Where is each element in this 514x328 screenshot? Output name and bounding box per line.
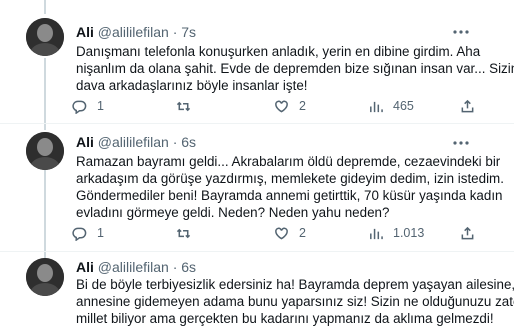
- share-icon: [461, 99, 474, 112]
- tweet-text-line: Danışmanı telefonla konuşurken anladık, …: [76, 44, 481, 59]
- retweet-button[interactable]: [176, 96, 191, 116]
- retweet-icon: [176, 101, 191, 111]
- tweet-text-line: dava arkadaşlarınız böyle insanlar işte!: [76, 78, 308, 93]
- views-chart-icon: [370, 228, 383, 239]
- reply-icon: [72, 227, 87, 241]
- reply-icon: [72, 100, 87, 114]
- share-button[interactable]: [460, 96, 475, 116]
- reply-button[interactable]: 1: [72, 96, 104, 116]
- view-count: 1.013: [393, 226, 425, 240]
- user-handle[interactable]: @alililefilan: [98, 134, 169, 150]
- reply-button[interactable]: 1: [72, 223, 104, 243]
- avatar[interactable]: [26, 18, 64, 56]
- timestamp[interactable]: 6s: [181, 259, 196, 275]
- tweet-text-line: arkadaşım da görüşe yazdırmış, memlekete…: [76, 171, 504, 186]
- tweet-actions: 1 2 1.013: [72, 223, 476, 243]
- avatar-image: [26, 18, 64, 56]
- avatar-image: [26, 258, 64, 296]
- like-count: 2: [299, 226, 306, 240]
- retweet-icon: [176, 228, 191, 238]
- share-icon: [461, 226, 474, 239]
- retweet-button[interactable]: [176, 223, 191, 243]
- heart-icon: [275, 100, 288, 113]
- separator-dot: ·: [172, 134, 178, 150]
- tweet-text-line: nişanlım da olana şahit. Evde de depremd…: [76, 61, 514, 76]
- tweet-1[interactable]: Ali @alililefilan · 7s Danışmanı telefon…: [0, 0, 514, 124]
- tweet-text-line: Bi de böyle terbiyesizlik edersiniz ha! …: [76, 277, 514, 292]
- display-name[interactable]: Ali: [76, 259, 94, 275]
- user-handle[interactable]: @alililefilan: [98, 24, 169, 40]
- tweet-actions: 1 2 465: [72, 96, 476, 116]
- tweet-2[interactable]: Ali @alililefilan · 6s Ramazan bayramı g…: [0, 124, 514, 252]
- display-name[interactable]: Ali: [76, 24, 94, 40]
- like-count: 2: [299, 99, 306, 113]
- tweet-text-line: Ramazan bayramı geldi... Akrabalarım öld…: [76, 154, 501, 169]
- reply-count: 1: [97, 99, 104, 113]
- more-options-icon[interactable]: [452, 137, 470, 151]
- tweet-text-line: millet biliyor ama gerçekten bu kadarını…: [76, 311, 494, 326]
- share-button[interactable]: [460, 223, 475, 243]
- separator-dot: ·: [172, 259, 178, 275]
- tweet-text: Danışmanı telefonla konuşurken anladık, …: [76, 43, 514, 94]
- tweet-text-line: Göndermediler beni! Bayramda annemi geti…: [76, 188, 503, 203]
- views-button[interactable]: 1.013: [368, 223, 424, 243]
- tweet-header: Ali @alililefilan · 6s: [76, 134, 196, 151]
- tweet-timeline: Ali @alililefilan · 7s Danışmanı telefon…: [0, 0, 514, 328]
- separator-dot: ·: [172, 24, 178, 40]
- tweet-header: Ali @alililefilan · 6s: [76, 259, 196, 276]
- tweet-text-line: evladını görmeye geldi. Neden? Neden yah…: [76, 205, 390, 220]
- views-chart-icon: [370, 101, 383, 112]
- heart-icon: [275, 227, 288, 240]
- more-options-icon[interactable]: [452, 26, 470, 40]
- view-count: 465: [393, 99, 414, 113]
- tweet-text: Ramazan bayramı geldi... Akrabalarım öld…: [76, 153, 504, 221]
- views-button[interactable]: 465: [368, 96, 414, 116]
- tweet-3[interactable]: Ali @alililefilan · 6s Bi de böyle terbi…: [0, 252, 514, 328]
- like-button[interactable]: 2: [274, 96, 306, 116]
- avatar-image: [26, 132, 64, 170]
- tweet-header: Ali @alililefilan · 7s: [76, 24, 196, 41]
- avatar[interactable]: [26, 258, 64, 296]
- tweet-text: Bi de böyle terbiyesizlik edersiniz ha! …: [76, 276, 514, 327]
- like-button[interactable]: 2: [274, 223, 306, 243]
- timestamp[interactable]: 6s: [181, 134, 196, 150]
- timestamp[interactable]: 7s: [181, 24, 196, 40]
- user-handle[interactable]: @alililefilan: [98, 259, 169, 275]
- tweet-text-line: annesine gidemeyen adama bunu yaparsınız…: [76, 294, 514, 309]
- display-name[interactable]: Ali: [76, 134, 94, 150]
- avatar[interactable]: [26, 132, 64, 170]
- reply-count: 1: [97, 226, 104, 240]
